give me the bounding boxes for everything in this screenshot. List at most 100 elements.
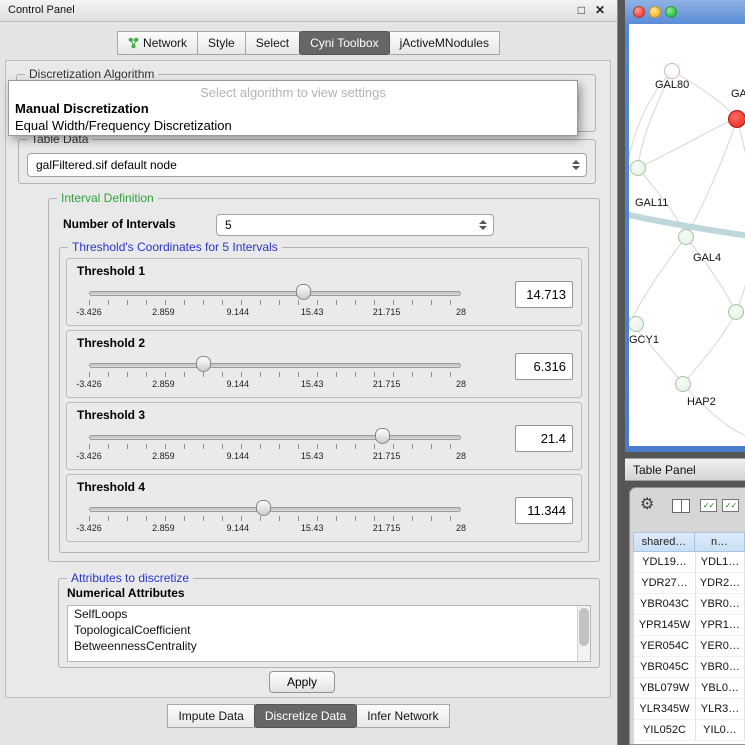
table-cell[interactable]: YDR2… (696, 573, 745, 594)
list-item[interactable]: BetweennessCentrality (68, 638, 590, 654)
slider-ticks (89, 372, 461, 377)
table-cell[interactable]: YPR145W (634, 615, 696, 636)
tab-network[interactable]: Network (117, 31, 198, 55)
network-node[interactable] (678, 229, 694, 245)
threshold-value-field[interactable]: 21.4 (515, 425, 573, 452)
tab-label: jActiveMNodules (400, 36, 489, 50)
scale-label: 15.43 (301, 523, 324, 533)
slider-ticks (89, 444, 461, 449)
close-icon[interactable]: ✕ (595, 3, 605, 17)
scale-label: -3.426 (76, 379, 102, 389)
table-cell[interactable]: YBR0… (696, 657, 745, 678)
slider-track[interactable] (89, 507, 461, 512)
tab-cyni-toolbox[interactable]: Cyni Toolbox (299, 31, 389, 55)
mac-zoom-icon[interactable] (665, 6, 677, 18)
table-cell[interactable]: YBR045C (634, 657, 696, 678)
window-title: Control Panel (8, 4, 75, 16)
table-cell[interactable]: YER054C (634, 636, 696, 657)
table-cell[interactable]: YLR3… (696, 699, 745, 720)
tab-label: Discretize Data (265, 709, 346, 723)
table-row[interactable]: YPR145W YPR1… (634, 615, 745, 636)
network-node[interactable] (675, 376, 691, 392)
threshold-slider[interactable]: -3.426 2.859 9.144 15.43 21.715 28 (89, 355, 461, 395)
table-row[interactable]: YDL19… YDL1… (634, 552, 745, 573)
mac-minimize-icon[interactable] (649, 6, 661, 18)
table-cell[interactable]: YBL079W (634, 678, 696, 699)
list-scrollbar[interactable] (577, 606, 590, 661)
slider-thumb[interactable] (296, 284, 311, 300)
select-columns-icon[interactable]: ✓✓ (700, 499, 717, 512)
table-row[interactable]: YBL079W YBL0… (634, 678, 745, 699)
list-item[interactable]: TopologicalCoefficient (68, 622, 590, 638)
scale-label: 21.715 (373, 379, 401, 389)
slider-thumb[interactable] (256, 500, 271, 516)
threshold-value-field[interactable]: 11.344 (515, 497, 573, 524)
threshold-slider[interactable]: -3.426 2.859 9.144 15.43 21.715 28 (89, 283, 461, 323)
slider-thumb[interactable] (375, 428, 390, 444)
slider-track[interactable] (89, 363, 461, 368)
network-view-window: GAL80 GA GAL11 GAL4 GCY1 HAP2 (625, 0, 745, 452)
table-cell[interactable]: YDL19… (634, 552, 696, 573)
scale-label: -3.426 (76, 523, 102, 533)
slider-thumb[interactable] (196, 356, 211, 372)
select-rows-icon[interactable]: ✓✓ (722, 499, 739, 512)
tab-select[interactable]: Select (245, 31, 300, 55)
scale-label: 15.43 (301, 307, 324, 317)
table-cell[interactable]: YIL052C (634, 720, 696, 741)
column-header[interactable]: shared… (633, 532, 695, 552)
tab-infer-network[interactable]: Infer Network (356, 704, 449, 728)
threshold-panel: Threshold 1 -3.426 2.859 9.144 15.43 21.… (66, 258, 582, 326)
columns-icon[interactable] (672, 499, 690, 513)
tab-style[interactable]: Style (197, 31, 246, 55)
threshold-value-field[interactable]: 6.316 (515, 353, 573, 380)
gear-icon[interactable]: ⚙ (640, 494, 654, 514)
list-item[interactable]: SelfLoops (68, 606, 590, 622)
network-node[interactable] (630, 160, 646, 176)
dropdown-option-manual-discretization[interactable]: Manual Discretization (15, 101, 149, 116)
table-data-combobox[interactable]: galFiltered.sif default node (27, 153, 587, 177)
number-of-intervals-label: Number of Intervals (63, 217, 176, 231)
tab-label: Cyni Toolbox (310, 36, 378, 50)
slider-track[interactable] (89, 291, 461, 296)
table-cell[interactable]: YPR1… (696, 615, 745, 636)
table-cell[interactable]: YBR0… (696, 594, 745, 615)
table-row[interactable]: YBR043C YBR0… (634, 594, 745, 615)
dropdown-option-equal-width-frequency[interactable]: Equal Width/Frequency Discretization (15, 118, 232, 133)
table-row[interactable]: YER054C YER0… (634, 636, 745, 657)
group-label: Interval Definition (57, 191, 158, 205)
network-node[interactable] (664, 63, 680, 79)
threshold-slider[interactable]: -3.426 2.859 9.144 15.43 21.715 28 (89, 427, 461, 467)
threshold-value-field[interactable]: 14.713 (515, 281, 573, 308)
table-cell[interactable]: YBL0… (696, 678, 745, 699)
table-cell[interactable]: YIL0… (696, 720, 745, 741)
scrollbar-thumb[interactable] (579, 608, 589, 646)
number-of-intervals-combobox[interactable]: 5 (216, 214, 494, 236)
stepper-arrows-icon (477, 220, 489, 230)
threshold-label: Threshold 2 (77, 336, 145, 350)
table-row[interactable]: YIL052C YIL0… (634, 720, 745, 741)
apply-button[interactable]: Apply (269, 671, 335, 693)
control-panel-titlebar: Control Panel □ ✕ (0, 0, 617, 22)
network-node-red[interactable] (728, 110, 745, 128)
table-cell[interactable]: YER0… (696, 636, 745, 657)
threshold-slider[interactable]: -3.426 2.859 9.144 15.43 21.715 28 (89, 499, 461, 539)
slider-track[interactable] (89, 435, 461, 440)
column-header[interactable]: n… (694, 532, 745, 552)
threshold-label: Threshold 4 (77, 480, 145, 494)
table-row[interactable]: YDR27… YDR2… (634, 573, 745, 594)
tab-discretize-data[interactable]: Discretize Data (254, 704, 357, 728)
tab-jactivemnodules[interactable]: jActiveMNodules (389, 31, 500, 55)
network-canvas[interactable]: GAL80 GA GAL11 GAL4 GCY1 HAP2 (629, 24, 745, 446)
table-row[interactable]: YLR345W YLR3… (634, 699, 745, 720)
mac-close-icon[interactable] (633, 6, 645, 18)
table-cell[interactable]: YBR043C (634, 594, 696, 615)
network-node[interactable] (728, 304, 744, 320)
table-data-group: Table Data galFiltered.sif default node (18, 139, 596, 184)
table-cell[interactable]: YLR345W (634, 699, 696, 720)
table-cell[interactable]: YDL1… (696, 552, 745, 573)
node-label: GAL4 (693, 252, 721, 264)
minimize-icon[interactable]: □ (578, 3, 585, 17)
tab-impute-data[interactable]: Impute Data (167, 704, 254, 728)
table-row[interactable]: YBR045C YBR0… (634, 657, 745, 678)
table-cell[interactable]: YDR27… (634, 573, 696, 594)
